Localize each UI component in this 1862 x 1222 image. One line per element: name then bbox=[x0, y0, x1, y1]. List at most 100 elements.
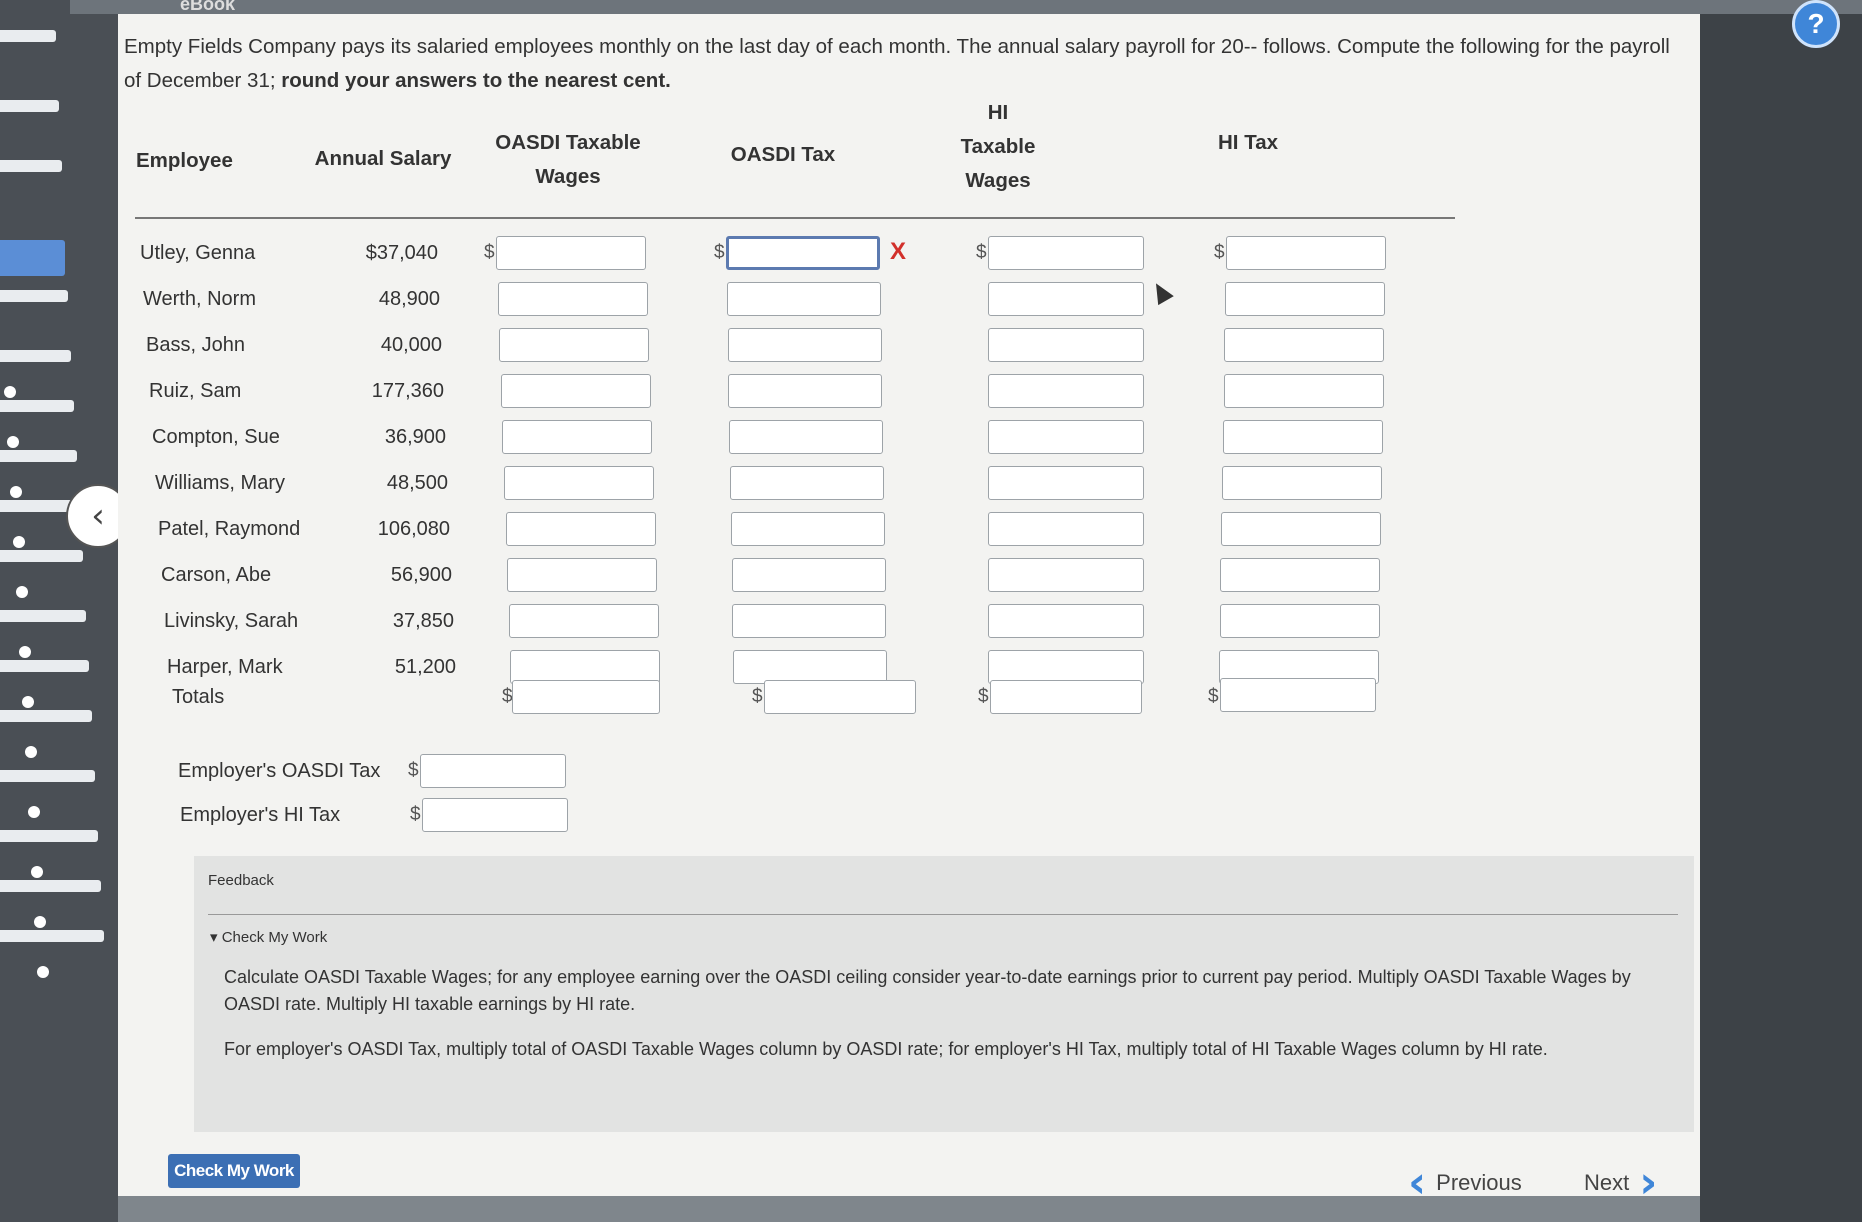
ebook-tab[interactable]: eBook bbox=[180, 0, 235, 15]
hi-taxable-wages-input[interactable] bbox=[988, 558, 1144, 592]
help-button[interactable]: ? bbox=[1792, 0, 1840, 48]
sidebar-dot-icon bbox=[34, 916, 46, 928]
oasdi-taxable-wages-input[interactable] bbox=[507, 558, 658, 592]
totals-label: Totals bbox=[172, 686, 225, 708]
total-oasdi-taxable-wages-input[interactable] bbox=[512, 680, 660, 714]
oasdi-tax-input[interactable] bbox=[733, 650, 888, 684]
employee-name: Utley, Genna bbox=[140, 242, 256, 264]
sidebar-item[interactable] bbox=[0, 160, 62, 172]
check-my-work-toggle[interactable]: ▾ Check My Work bbox=[210, 928, 327, 946]
hi-taxable-wages-input[interactable] bbox=[988, 466, 1144, 500]
hi-taxable-wages-input[interactable] bbox=[988, 236, 1144, 270]
hi-tax-input[interactable] bbox=[1220, 558, 1381, 592]
oasdi-taxable-wages-input[interactable] bbox=[497, 282, 648, 316]
oasdi-taxable-wages-input[interactable] bbox=[502, 420, 653, 454]
hi-taxable-wages-input[interactable] bbox=[988, 420, 1144, 454]
employer-hi-label: Employer's HI Tax bbox=[180, 804, 341, 826]
feedback-title: Feedback bbox=[208, 872, 274, 889]
sidebar-item[interactable] bbox=[0, 100, 59, 112]
employer-oasdi-tax-input[interactable] bbox=[420, 754, 566, 788]
hi-tax-input[interactable] bbox=[1226, 236, 1386, 270]
sidebar-item-active[interactable] bbox=[0, 240, 65, 276]
sidebar-dot-icon bbox=[10, 486, 22, 498]
employee-name: Compton, Sue bbox=[152, 426, 280, 448]
oasdi-tax-input[interactable] bbox=[726, 236, 880, 270]
hi-tax-input[interactable] bbox=[1222, 466, 1382, 500]
sidebar-dot-icon bbox=[22, 696, 34, 708]
sidebar-dot-icon bbox=[37, 966, 49, 978]
hi-tax-input[interactable] bbox=[1219, 604, 1380, 638]
hi-tax-input[interactable] bbox=[1221, 512, 1382, 546]
currency-symbol: $ bbox=[410, 804, 421, 825]
currency-symbol: $ bbox=[1214, 242, 1225, 263]
oasdi-tax-input[interactable] bbox=[729, 420, 884, 454]
sidebar-item[interactable] bbox=[0, 30, 56, 42]
currency-symbol: $ bbox=[408, 760, 419, 781]
hi-taxable-wages-input[interactable] bbox=[988, 604, 1144, 638]
sidebar-item[interactable] bbox=[0, 290, 68, 302]
sidebar-item[interactable] bbox=[0, 830, 98, 842]
currency-symbol: $ bbox=[502, 686, 513, 707]
employee-name: Patel, Raymond bbox=[158, 518, 301, 540]
mouse-cursor-icon bbox=[1148, 278, 1174, 306]
sidebar-item[interactable] bbox=[0, 880, 101, 892]
hi-tax-input[interactable] bbox=[1225, 282, 1386, 316]
oasdi-taxable-wages-input[interactable] bbox=[505, 512, 656, 546]
oasdi-taxable-wages-input[interactable] bbox=[508, 604, 659, 638]
oasdi-taxable-wages-input[interactable] bbox=[500, 374, 651, 408]
sidebar-dot-icon bbox=[4, 386, 16, 398]
hi-tax-input[interactable] bbox=[1224, 328, 1385, 362]
header-divider bbox=[135, 217, 1455, 219]
oasdi-tax-input[interactable] bbox=[730, 466, 884, 500]
check-my-work-button[interactable]: Check My Work bbox=[168, 1154, 300, 1188]
feedback-paragraph-2: For employer's OASDI Tax, multiply total… bbox=[224, 1039, 1548, 1059]
employee-name: Harper, Mark bbox=[167, 656, 283, 678]
total-oasdi-tax-input[interactable] bbox=[764, 680, 916, 714]
next-button[interactable]: Next › bbox=[1584, 1161, 1657, 1205]
hi-taxable-wages-input[interactable] bbox=[988, 282, 1144, 316]
oasdi-tax-input[interactable] bbox=[726, 282, 881, 316]
hi-taxable-wages-input[interactable] bbox=[988, 512, 1144, 546]
oasdi-tax-input[interactable] bbox=[732, 604, 887, 638]
sidebar-item[interactable] bbox=[0, 350, 71, 362]
header-oasdi-taxable-wages: OASDI Taxable Wages bbox=[495, 131, 641, 188]
currency-symbol: $ bbox=[484, 242, 495, 263]
oasdi-tax-input[interactable] bbox=[730, 512, 885, 546]
question-icon: ? bbox=[1807, 8, 1825, 39]
sidebar-item[interactable] bbox=[0, 450, 77, 462]
annual-salary: 106,080 bbox=[377, 518, 450, 540]
hi-tax-input[interactable] bbox=[1222, 420, 1383, 454]
employer-hi-tax-input[interactable] bbox=[422, 798, 568, 832]
employee-name: Ruiz, Sam bbox=[149, 380, 242, 402]
total-hi-taxable-wages-input[interactable] bbox=[990, 680, 1142, 714]
sidebar-item[interactable] bbox=[0, 610, 86, 622]
hi-taxable-wages-input[interactable] bbox=[988, 374, 1144, 408]
oasdi-tax-input[interactable] bbox=[727, 328, 882, 362]
sidebar-dot-icon bbox=[28, 806, 40, 818]
sidebar-dot-icon bbox=[31, 866, 43, 878]
sidebar-item[interactable] bbox=[0, 710, 92, 722]
employee-name: Carson, Abe bbox=[161, 564, 272, 586]
sidebar-item[interactable] bbox=[0, 400, 74, 412]
oasdi-taxable-wages-input[interactable] bbox=[510, 650, 661, 684]
oasdi-taxable-wages-input[interactable] bbox=[499, 328, 650, 362]
hi-taxable-wages-input[interactable] bbox=[988, 328, 1144, 362]
hi-taxable-wages-input[interactable] bbox=[988, 650, 1144, 684]
oasdi-taxable-wages-input[interactable] bbox=[496, 236, 646, 270]
employee-name: Bass, John bbox=[146, 334, 245, 356]
sidebar-item[interactable] bbox=[0, 550, 83, 562]
oasdi-tax-input[interactable] bbox=[731, 558, 886, 592]
oasdi-taxable-wages-input[interactable] bbox=[504, 466, 654, 500]
question-text: Empty Fields Company pays its salaried e… bbox=[124, 35, 1670, 92]
employee-name: Livinsky, Sarah bbox=[164, 610, 299, 632]
sidebar-item[interactable] bbox=[0, 660, 89, 672]
hi-tax-input[interactable] bbox=[1223, 374, 1384, 408]
sidebar-dot-icon bbox=[25, 746, 37, 758]
annual-salary: 56,900 bbox=[390, 564, 452, 586]
total-hi-tax-input[interactable] bbox=[1220, 678, 1376, 712]
sidebar-item[interactable] bbox=[0, 930, 104, 942]
previous-button[interactable]: ‹ Previous bbox=[1408, 1161, 1522, 1205]
sidebar-dot-icon bbox=[19, 646, 31, 658]
sidebar-item[interactable] bbox=[0, 770, 95, 782]
oasdi-tax-input[interactable] bbox=[728, 374, 883, 408]
